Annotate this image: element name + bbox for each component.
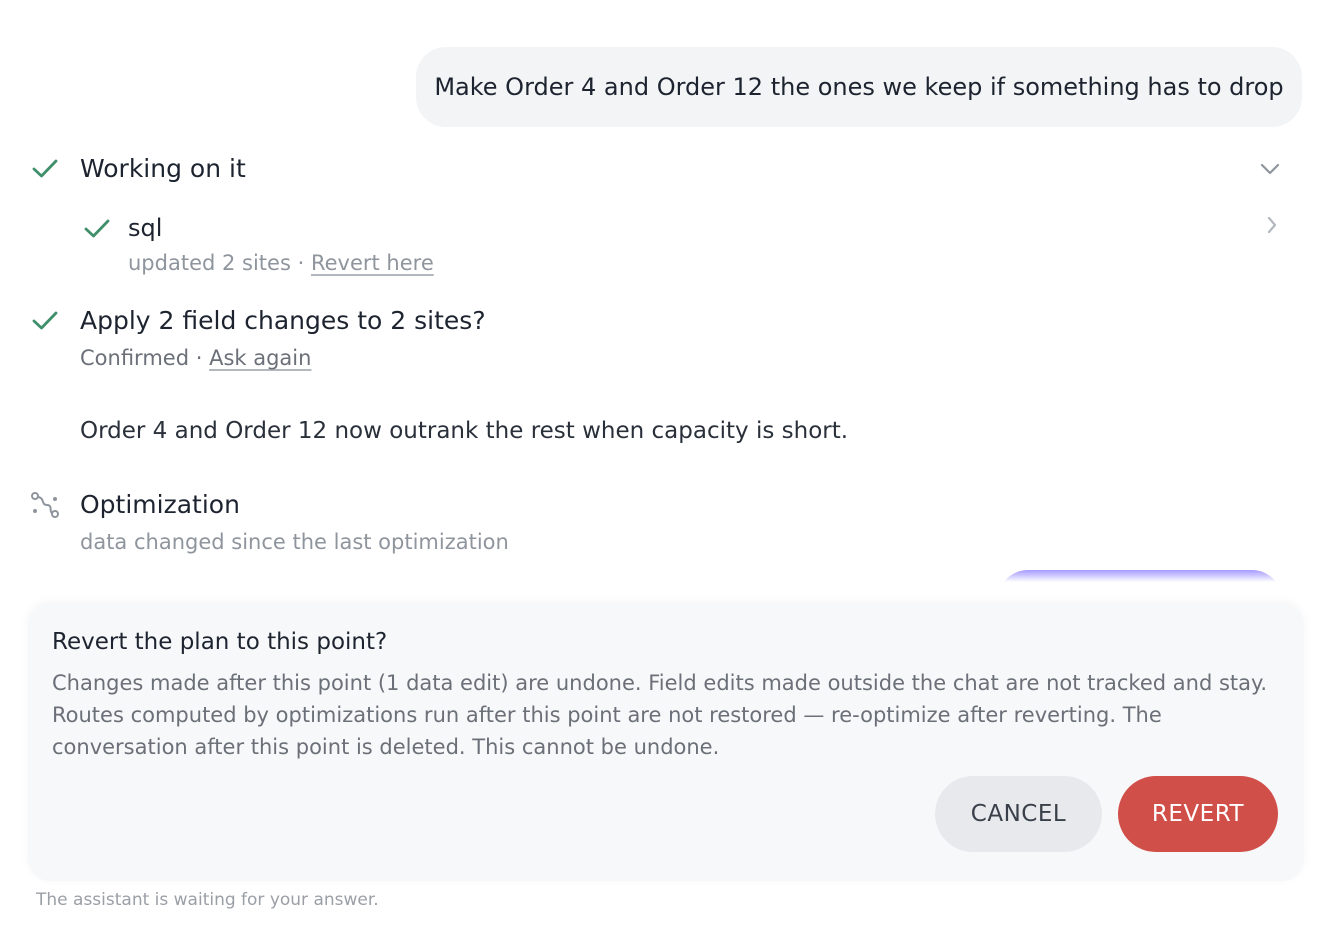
check-icon (31, 309, 59, 333)
dialog-title: Revert the plan to this point? (52, 629, 388, 655)
meta-separator: · (297, 251, 305, 275)
chevron-down-icon[interactable] (1258, 157, 1282, 181)
meta-separator: · (195, 346, 203, 370)
optimization-title: Optimization (80, 490, 240, 519)
chat-panel: Make Order 4 and Order 12 the ones we ke… (0, 0, 1330, 936)
tool-step-meta: updated 2 sites · Revert here (128, 251, 434, 275)
user-message-text: Make Order 4 and Order 12 the ones we ke… (434, 73, 1284, 101)
dialog-body: Changes made after this point (1 data ed… (52, 671, 1268, 759)
chevron-right-icon[interactable] (1260, 213, 1284, 237)
confirmation-status: Confirmed (80, 346, 190, 370)
optimization-route-icon (29, 489, 61, 521)
ask-again-link[interactable]: Ask again (209, 346, 311, 370)
tool-step-summary: updated 2 sites (128, 251, 291, 275)
assistant-result-text: Order 4 and Order 12 now outrank the res… (80, 418, 849, 444)
confirmation-title: Apply 2 field changes to 2 sites? (80, 306, 486, 335)
revert-here-link[interactable]: Revert here (311, 251, 434, 275)
working-title: Working on it (80, 154, 246, 183)
check-icon (31, 157, 59, 181)
confirmation-meta: Confirmed · Ask again (80, 346, 311, 370)
waiting-status-note: The assistant is waiting for your answer… (36, 890, 379, 910)
optimization-subtitle: data changed since the last optimization (80, 530, 509, 554)
revert-confirmation-dialog: Revert the plan to this point? Changes m… (28, 603, 1304, 881)
tool-step-name[interactable]: sql (128, 214, 162, 242)
user-message-bubble: Make Order 4 and Order 12 the ones we ke… (416, 47, 1302, 127)
cancel-button[interactable]: CANCEL (935, 776, 1102, 852)
revert-button[interactable]: REVERT (1118, 776, 1278, 852)
check-icon (83, 217, 111, 241)
